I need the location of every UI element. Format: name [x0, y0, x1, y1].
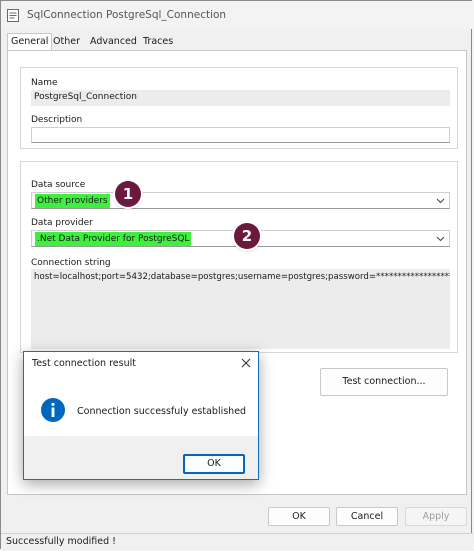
data-provider-label: Data provider: [31, 218, 93, 228]
dialog-message: Connection successfuly established: [77, 406, 247, 417]
status-text: Successfully modified !: [6, 536, 116, 547]
tab-advanced[interactable]: Advanced: [87, 34, 140, 50]
name-label: Name: [31, 78, 58, 88]
chevron-down-icon: [436, 236, 445, 242]
description-field[interactable]: [31, 127, 450, 143]
tab-other[interactable]: Other: [50, 34, 83, 50]
identity-group: Name PostgreSql_Connection Description: [20, 67, 458, 149]
dialog-ok-button[interactable]: OK: [183, 454, 245, 474]
window-title: SqlConnection PostgreSql_Connection: [27, 9, 227, 21]
document-icon: [7, 9, 19, 22]
data-source-value: Other providers: [35, 194, 110, 208]
test-connection-dialog: Test connection result Connection succes…: [23, 351, 259, 480]
dialog-title-bar: Test connection result: [24, 352, 258, 375]
title-bar: SqlConnection PostgreSql_Connection: [1, 1, 473, 29]
tab-general[interactable]: General: [7, 33, 53, 51]
apply-button[interactable]: Apply: [405, 507, 467, 526]
ok-button[interactable]: OK: [268, 507, 330, 526]
connection-group: Data source Other providers Data provide…: [20, 161, 458, 353]
annotation-badge-1: 1: [115, 181, 141, 207]
dialog-title: Test connection result: [32, 358, 136, 369]
connection-string-field[interactable]: host=localhost;port=5432;database=postgr…: [31, 269, 450, 349]
test-connection-button[interactable]: Test connection...: [320, 368, 448, 396]
info-icon: [41, 398, 65, 422]
data-provider-value: .Net Data Provider for PostgreSQL: [35, 232, 192, 246]
connection-string-label: Connection string: [31, 258, 111, 268]
tab-traces[interactable]: Traces: [140, 34, 176, 50]
dialog-body: Connection successfuly established: [24, 375, 258, 436]
close-icon[interactable]: [240, 357, 252, 369]
data-source-label: Data source: [31, 180, 86, 190]
status-bar: Successfully modified !: [1, 533, 473, 550]
dialog-footer: OK: [24, 436, 258, 479]
annotation-badge-2: 2: [234, 223, 260, 249]
description-label: Description: [31, 115, 83, 125]
chevron-down-icon: [436, 198, 445, 204]
name-field[interactable]: PostgreSql_Connection: [31, 90, 450, 106]
cancel-button[interactable]: Cancel: [336, 507, 398, 526]
data-source-dropdown[interactable]: Other providers: [31, 192, 450, 209]
